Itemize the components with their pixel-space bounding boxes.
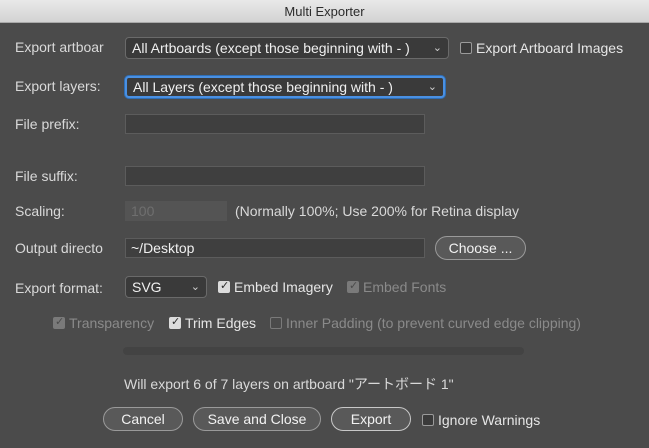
export-format-label: Export format: [15,280,103,296]
embed-fonts-label: Embed Fonts [363,279,447,296]
ignore-warnings-checkbox[interactable]: Ignore Warnings [422,411,540,428]
output-directory-input[interactable]: ~/Desktop [125,238,425,258]
choose-button[interactable]: Choose ... [435,236,526,260]
embed-fonts-checkbox[interactable]: Embed Fonts [347,278,446,295]
window-title: Multi Exporter [0,0,649,23]
layers-select[interactable]: All Layers (except those beginning with … [125,76,445,98]
embed-imagery-checkbox[interactable]: Embed Imagery [218,278,333,295]
export-layers-label: Export layers: [15,78,101,94]
cancel-button[interactable]: Cancel [103,407,183,431]
checkbox-icon [270,317,282,330]
scaling-hint: (Normally 100%; Use 200% for Retina disp… [235,203,520,219]
checkbox-icon [460,42,472,55]
trim-edges-label: Trim Edges [185,315,257,332]
embed-imagery-label: Embed Imagery [234,279,333,296]
export-progress-bar [123,347,524,355]
chevron-down-icon: ⌄ [190,281,200,293]
inner-padding-checkbox[interactable]: Inner Padding (to prevent curved edge cl… [270,314,581,331]
chevron-down-icon: ⌄ [432,42,442,54]
format-select[interactable]: SVG ⌄ [125,276,207,298]
status-text: Will export 6 of 7 layers on artboard "ア… [124,376,454,392]
save-and-close-button[interactable]: Save and Close [193,407,321,431]
checkbox-checked-icon [218,279,230,294]
checkbox-checked-icon [53,315,65,330]
checkbox-checked-icon [169,315,181,330]
chevron-down-icon: ⌄ [427,81,437,93]
file-suffix-input[interactable] [125,166,425,186]
scaling-label: Scaling: [15,203,65,219]
checkbox-icon [422,414,434,427]
layers-select-value: All Layers (except those beginning with … [133,79,393,95]
transparency-checkbox[interactable]: Transparency [53,314,154,331]
format-select-value: SVG [132,279,162,295]
scaling-input[interactable]: 100 [125,201,227,221]
export-artboard-images-label: Export Artboard Images [476,40,624,57]
export-artboard-images-checkbox[interactable]: Export Artboard Images [460,39,623,56]
trim-edges-checkbox[interactable]: Trim Edges [169,314,256,331]
ignore-warnings-label: Ignore Warnings [438,412,541,429]
artboard-select[interactable]: All Artboards (except those beginning wi… [125,37,449,59]
export-artboard-label: Export artboar [15,39,104,55]
inner-padding-label: Inner Padding (to prevent curved edge cl… [286,315,581,332]
artboard-select-value: All Artboards (except those beginning wi… [132,40,410,56]
checkbox-checked-icon [347,279,359,294]
export-button[interactable]: Export [331,407,411,431]
file-suffix-label: File suffix: [15,168,78,184]
file-prefix-input[interactable] [125,114,425,134]
file-prefix-label: File prefix: [15,116,80,132]
transparency-label: Transparency [69,315,155,332]
output-directory-label: Output directo [15,240,103,256]
